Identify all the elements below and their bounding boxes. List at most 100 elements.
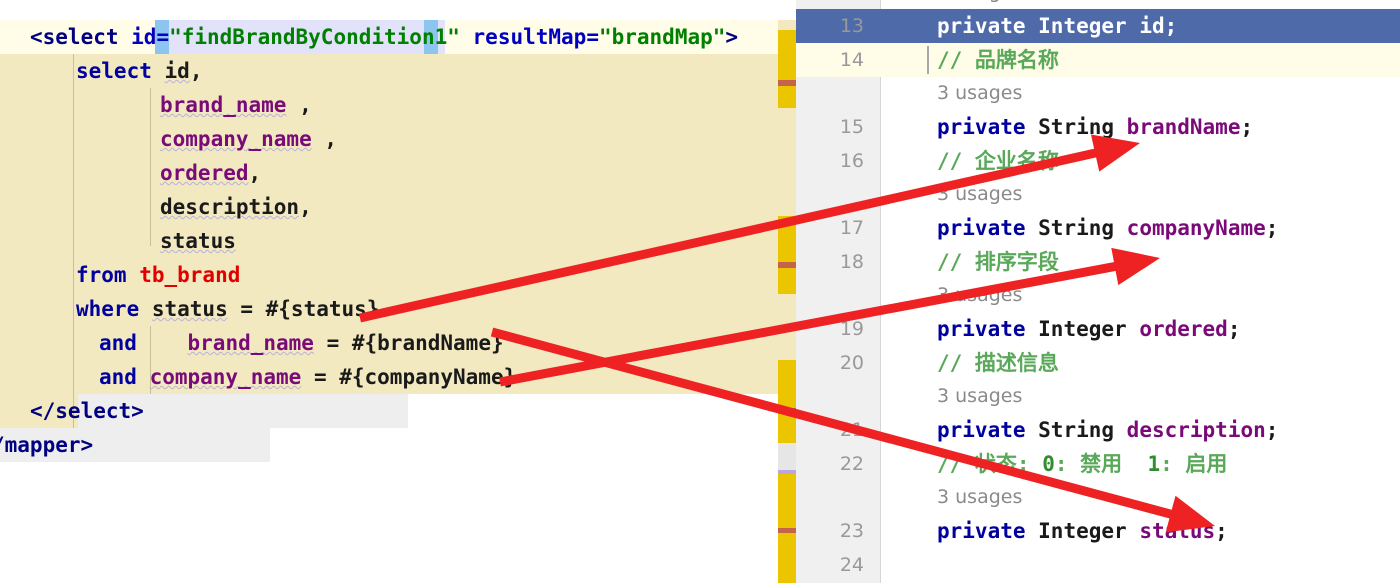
java-token: // 企业名称 — [937, 149, 1059, 173]
xml-token: <select — [30, 25, 132, 49]
line-number: 18 — [839, 251, 864, 273]
xml-token: = #{brandName} — [313, 331, 504, 355]
java-code-line[interactable]: 23 private Integer status; — [796, 514, 1400, 548]
xml-token: </select> — [30, 399, 144, 423]
java-code-line[interactable]: 13 private Integer id; — [796, 9, 1400, 43]
java-code-text: private Integer ordered; — [937, 312, 1240, 346]
line-number: 15 — [839, 116, 864, 138]
xml-token: brand_name — [187, 331, 314, 355]
java-code-line[interactable]: 17 private String companyName; — [796, 211, 1400, 245]
xml-code-line[interactable]: where status = #{status} — [76, 292, 379, 326]
java-code-text: // 企业名称 — [937, 144, 1059, 178]
usages-label[interactable]: 3 usages — [937, 279, 1022, 311]
java-token: companyName — [1126, 216, 1266, 240]
line-number: 20 — [839, 352, 864, 374]
java-token: brandName — [1126, 115, 1241, 139]
line-number: 22 — [839, 453, 864, 475]
java-token: ; — [1164, 14, 1178, 38]
java-code-line[interactable]: 16 // 企业名称 — [796, 144, 1400, 178]
scrollbar-thumb[interactable] — [778, 360, 796, 408]
xml-token: , — [189, 59, 203, 83]
usages-label[interactable]: 3 usages — [937, 178, 1022, 210]
java-token: ; — [1227, 317, 1241, 341]
xml-code-line[interactable]: and company_name = #{companyName} — [99, 360, 516, 394]
java-token: String — [1038, 115, 1127, 139]
usages-hint-row[interactable]: 3 usages — [796, 77, 1400, 111]
line-number: 13 — [839, 15, 864, 37]
java-token: ; — [1265, 418, 1279, 442]
xml-code-line[interactable]: and brand_name = #{brandName} — [99, 326, 504, 360]
xml-token: , — [299, 195, 312, 219]
indent-guide-1 — [73, 54, 74, 428]
java-code-text: private Integer id; — [937, 9, 1177, 43]
java-token: private — [937, 317, 1039, 341]
xml-code-line[interactable]: brand_name , — [160, 88, 312, 122]
java-entity-editor[interactable]: 3 usages 13 private Integer id; 14 // 品牌名称 3 … — [796, 0, 1400, 583]
xml-token: resultMap= — [459, 25, 599, 49]
xml-token: id= — [131, 25, 170, 49]
scrollbar-thumb[interactable] — [778, 216, 796, 262]
xml-mapper-editor[interactable]: <select id="findBrandByCondition1" resul… — [0, 0, 778, 583]
scrollbar-thumb[interactable] — [778, 533, 796, 583]
xml-token: description — [160, 195, 300, 219]
java-token: // 状态: — [937, 452, 1043, 476]
scrollbar-thumb[interactable] — [778, 413, 796, 443]
java-token: String — [1038, 216, 1127, 240]
usages-hint-row[interactable]: 3 usages — [796, 279, 1400, 313]
usages-label[interactable]: 3 usages — [937, 481, 1022, 513]
usages-hint-row[interactable]: 3 usages — [796, 380, 1400, 414]
java-code-line[interactable]: 14 // 品牌名称 — [796, 43, 1400, 77]
java-code-text: private Integer status; — [937, 514, 1228, 548]
java-code-line[interactable]: 22 // 状态: 0: 禁用 1: 启用 — [796, 447, 1400, 481]
usages-label[interactable]: 3 usages — [937, 380, 1022, 412]
xml-token: select — [76, 59, 165, 83]
java-token: 0 — [1042, 452, 1055, 476]
java-code-line[interactable]: 19 private Integer ordered; — [796, 312, 1400, 346]
xml-token: "findBrandByCondition1" — [169, 25, 460, 49]
xml-token: /mapper> — [0, 433, 94, 457]
java-token: // 排序字段 — [937, 250, 1059, 274]
xml-token: company_name — [160, 127, 312, 151]
java-code-line[interactable]: 24 — [796, 548, 1400, 582]
java-code-text: // 状态: 0: 禁用 1: 启用 — [937, 447, 1227, 481]
java-token: ; — [1240, 115, 1254, 139]
scrollbar-thumb[interactable] — [778, 470, 796, 528]
java-code-text: private String brandName; — [937, 110, 1253, 144]
xml-code-line[interactable]: </select> — [30, 394, 144, 428]
marker-tick-modified — [778, 470, 796, 474]
java-token: 1 — [1147, 452, 1161, 476]
xml-code-line[interactable]: status — [160, 224, 236, 258]
java-code-line[interactable]: 15 private String brandName; — [796, 110, 1400, 144]
usages-hint-row[interactable]: 3 usages — [796, 481, 1400, 515]
scrollbar-thumb[interactable] — [778, 30, 796, 80]
line-number: 17 — [839, 217, 864, 239]
java-token: private — [937, 519, 1039, 543]
java-token: ; — [1265, 216, 1279, 240]
java-token: : 启用 — [1160, 452, 1228, 476]
java-code-line[interactable]: 20 // 描述信息 — [796, 346, 1400, 380]
scrollbar-thumb[interactable] — [778, 268, 796, 294]
xml-token: brand_name — [160, 93, 287, 117]
xml-code-line[interactable]: company_name , — [160, 122, 337, 156]
java-token: Integer — [1038, 14, 1140, 38]
editor-scrollbar-marker-strip[interactable] — [778, 0, 796, 583]
java-code-line[interactable]: 21 private String description; — [796, 413, 1400, 447]
xml-token: , — [311, 127, 338, 151]
xml-token: company_name — [149, 365, 302, 389]
xml-code-line[interactable]: /mapper> — [0, 428, 93, 462]
usages-label[interactable]: 3 usages — [937, 0, 1022, 8]
indent-guide-2 — [150, 88, 151, 246]
xml-code-line[interactable]: select id, — [76, 54, 202, 88]
marker-strip-top-pad — [778, 0, 796, 20]
scrollbar-thumb[interactable] — [778, 86, 796, 108]
usages-hint-row[interactable]: 3 usages — [796, 178, 1400, 212]
usages-label[interactable]: 3 usages — [937, 77, 1022, 109]
xml-code-line[interactable]: <select id="findBrandByCondition1" resul… — [30, 20, 738, 54]
line-number: 23 — [839, 520, 864, 542]
xml-code-line[interactable]: ordered, — [160, 156, 261, 190]
xml-code-line[interactable]: from tb_brand — [76, 258, 240, 292]
java-code-line[interactable]: 18 // 排序字段 — [796, 245, 1400, 279]
xml-token: ordered — [160, 161, 249, 185]
xml-code-line[interactable]: description, — [160, 190, 312, 224]
xml-token: status — [160, 229, 236, 253]
